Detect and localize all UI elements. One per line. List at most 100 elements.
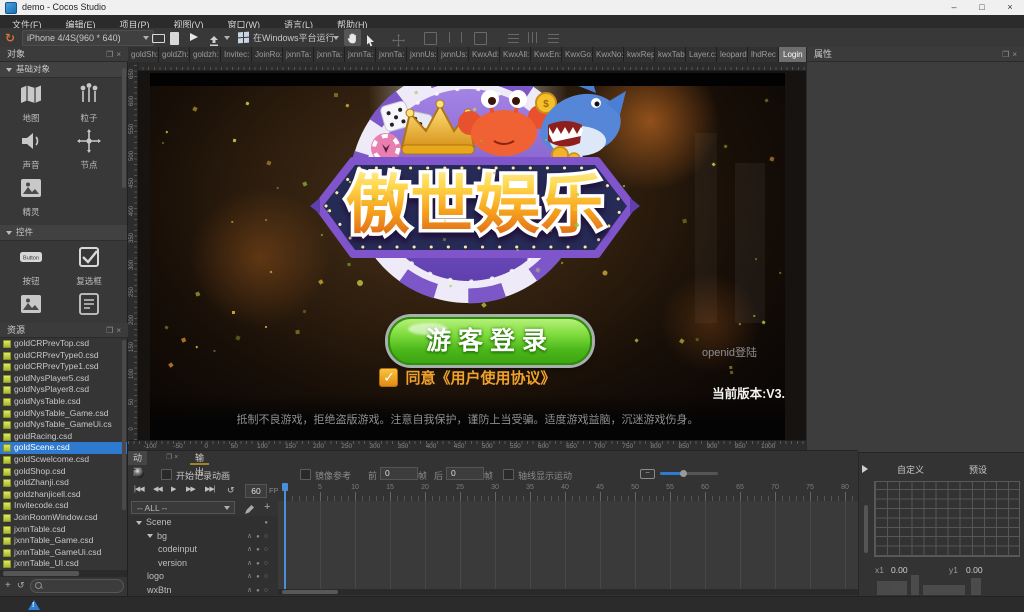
resources-vscrollbar[interactable]: [122, 340, 126, 510]
resource-file-item[interactable]: jxnnTable_UI.csd: [0, 558, 127, 570]
align-right-icon[interactable]: [474, 32, 487, 45]
document-tab-7[interactable]: jxnnTa:: [345, 47, 376, 62]
loop-icon[interactable]: ↺: [227, 485, 234, 496]
maximize-button[interactable]: □: [968, 0, 996, 15]
document-tab-9[interactable]: jxnnUs:: [407, 47, 438, 62]
node-expand-icon[interactable]: [136, 521, 142, 525]
playhead[interactable]: [284, 483, 286, 589]
add-animation-button[interactable]: +: [264, 501, 270, 513]
palette-section-header-1[interactable]: 控件: [0, 225, 127, 241]
visibility-eye-icon[interactable]: ●: [256, 547, 264, 553]
axis-checkbox[interactable]: [503, 469, 514, 480]
node-tree-row-wxBtn[interactable]: wxBtn∧●○: [128, 584, 278, 597]
visibility-eye-icon[interactable]: ●: [264, 520, 272, 526]
palette-item-particle[interactable]: 粒子: [60, 82, 118, 124]
timeline-ruler[interactable]: 05101520253035404550556065707580: [278, 483, 858, 501]
resource-file-item[interactable]: goldNysTable_Game.csd: [0, 408, 127, 420]
resource-file-item[interactable]: goldShop.csd: [0, 466, 127, 478]
node-tree-row-logo[interactable]: logo∧●○: [128, 570, 278, 584]
warning-icon[interactable]: [28, 600, 40, 610]
document-tab-16[interactable]: kwxRep: [624, 47, 655, 62]
timeline-hscrollbar[interactable]: [278, 589, 858, 595]
resource-file-item[interactable]: jxnnTable_GameUi.csd: [0, 547, 127, 559]
document-tab-5[interactable]: jxnnTa:: [283, 47, 314, 62]
resource-file-item[interactable]: goldCRPrevType0.csd: [0, 350, 127, 362]
guest-login-button[interactable]: 游客登录: [388, 317, 592, 365]
minimize-button[interactable]: –: [940, 0, 968, 15]
resource-file-item[interactable]: goldScene.csd: [0, 442, 127, 454]
objects-scrollbar[interactable]: [122, 68, 126, 188]
close-panel-icon[interactable]: ×: [116, 326, 124, 335]
document-tab-14[interactable]: KwxGo:: [562, 47, 593, 62]
resource-file-item[interactable]: goldCRPrevTop.csd: [0, 338, 127, 350]
lock-circle-icon[interactable]: ○: [264, 533, 272, 540]
resource-file-item[interactable]: JoinRoomWindow.csd: [0, 512, 127, 524]
resource-file-item[interactable]: goldRacing.csd: [0, 431, 127, 443]
run-button[interactable]: [190, 33, 198, 41]
animation-filter-select[interactable]: -- ALL --: [131, 501, 235, 514]
resource-file-item[interactable]: Invitecode.csd: [0, 500, 127, 512]
float-panel-icon[interactable]: ❐: [106, 326, 116, 335]
curve-editor-grid[interactable]: [874, 481, 1020, 557]
document-tab-15[interactable]: KwxNo:: [593, 47, 624, 62]
node-collapse-icon[interactable]: ∧: [247, 533, 256, 540]
palette-section-header-0[interactable]: 基础对象: [0, 62, 127, 78]
zoom-out-icon[interactable]: −: [640, 469, 655, 479]
tab-preset-curve[interactable]: 预设: [969, 463, 987, 476]
lock-circle-icon[interactable]: ○: [264, 546, 272, 553]
palette-item-node[interactable]: 节点: [60, 129, 118, 171]
portrait-icon[interactable]: [170, 32, 179, 45]
document-tab-8[interactable]: jxnnTa:: [376, 47, 407, 62]
resource-file-item[interactable]: goldScwelcome.csd: [0, 454, 127, 466]
resources-hscrollbar[interactable]: [0, 570, 128, 577]
distribute-v-icon[interactable]: [548, 32, 559, 43]
after-frames-input[interactable]: 0: [446, 467, 484, 480]
hand-tool-button[interactable]: [344, 29, 361, 46]
document-tab-19[interactable]: leopard: [717, 47, 748, 62]
tab-animation[interactable]: 动画: [128, 451, 147, 465]
mirror-checkbox[interactable]: [300, 469, 311, 480]
resource-file-item[interactable]: goldCRPrevType1.csd: [0, 361, 127, 373]
tab-custom-curve[interactable]: 自定义: [897, 463, 924, 476]
record-icon[interactable]: [134, 468, 144, 478]
palette-item-button[interactable]: Button按钮: [2, 245, 60, 287]
lock-circle-icon[interactable]: ○: [264, 573, 272, 580]
node-collapse-icon[interactable]: ∧: [247, 560, 256, 567]
node-collapse-icon[interactable]: ∧: [247, 573, 256, 580]
timeline-grid[interactable]: [278, 501, 858, 589]
resource-file-item[interactable]: goldzhanjicell.csd: [0, 489, 127, 501]
palette-item-image[interactable]: 图片: [2, 292, 60, 323]
document-tab-0[interactable]: goldSh:: [128, 47, 159, 62]
before-frames-input[interactable]: 0: [380, 467, 418, 480]
lock-circle-icon[interactable]: ○: [264, 587, 272, 594]
go-first-frame-button[interactable]: |◀◀: [134, 485, 144, 493]
visibility-eye-icon[interactable]: ●: [256, 561, 264, 567]
palette-item-text[interactable]: 文本: [60, 292, 118, 323]
document-tab-12[interactable]: KwxAll:: [500, 47, 531, 62]
rotate-canvas-icon[interactable]: ↻: [5, 28, 15, 47]
timeline-zoom-slider[interactable]: [660, 472, 718, 475]
visibility-eye-icon[interactable]: ●: [256, 534, 264, 540]
document-tab-10[interactable]: jxnnUs:: [438, 47, 469, 62]
node-collapse-icon[interactable]: ∧: [247, 546, 256, 553]
document-tab-active[interactable]: Login×: [779, 47, 806, 62]
lock-circle-icon[interactable]: ○: [264, 560, 272, 567]
record-checkbox[interactable]: [161, 469, 172, 480]
agreement-link[interactable]: 同意《用户使用协议》: [405, 367, 555, 388]
node-tree-row-version[interactable]: version∧●○: [128, 557, 278, 571]
node-tree-row-bg[interactable]: bg∧●○: [128, 530, 278, 544]
publish-menu-chevron-icon[interactable]: [224, 36, 230, 40]
node-collapse-icon[interactable]: ∧: [247, 587, 256, 594]
run-target-chevron-icon[interactable]: [333, 36, 339, 40]
float-panel-icon[interactable]: ❐: [106, 50, 116, 59]
game-scene-preview[interactable]: $: [150, 73, 785, 440]
resource-file-item[interactable]: goldNysTable_GameUi.cs: [0, 419, 127, 431]
palette-item-map[interactable]: 地图: [2, 82, 60, 124]
resource-file-item[interactable]: goldZhanji.csd: [0, 477, 127, 489]
align-top-icon[interactable]: [508, 32, 519, 43]
openid-login-text[interactable]: openid登陆: [702, 344, 757, 360]
float-panel-icon[interactable]: ❐: [1002, 50, 1012, 59]
close-panel-icon[interactable]: ×: [1012, 50, 1020, 59]
refresh-resources-button[interactable]: ↺: [17, 580, 25, 591]
document-tab-17[interactable]: kwxTab: [655, 47, 686, 62]
